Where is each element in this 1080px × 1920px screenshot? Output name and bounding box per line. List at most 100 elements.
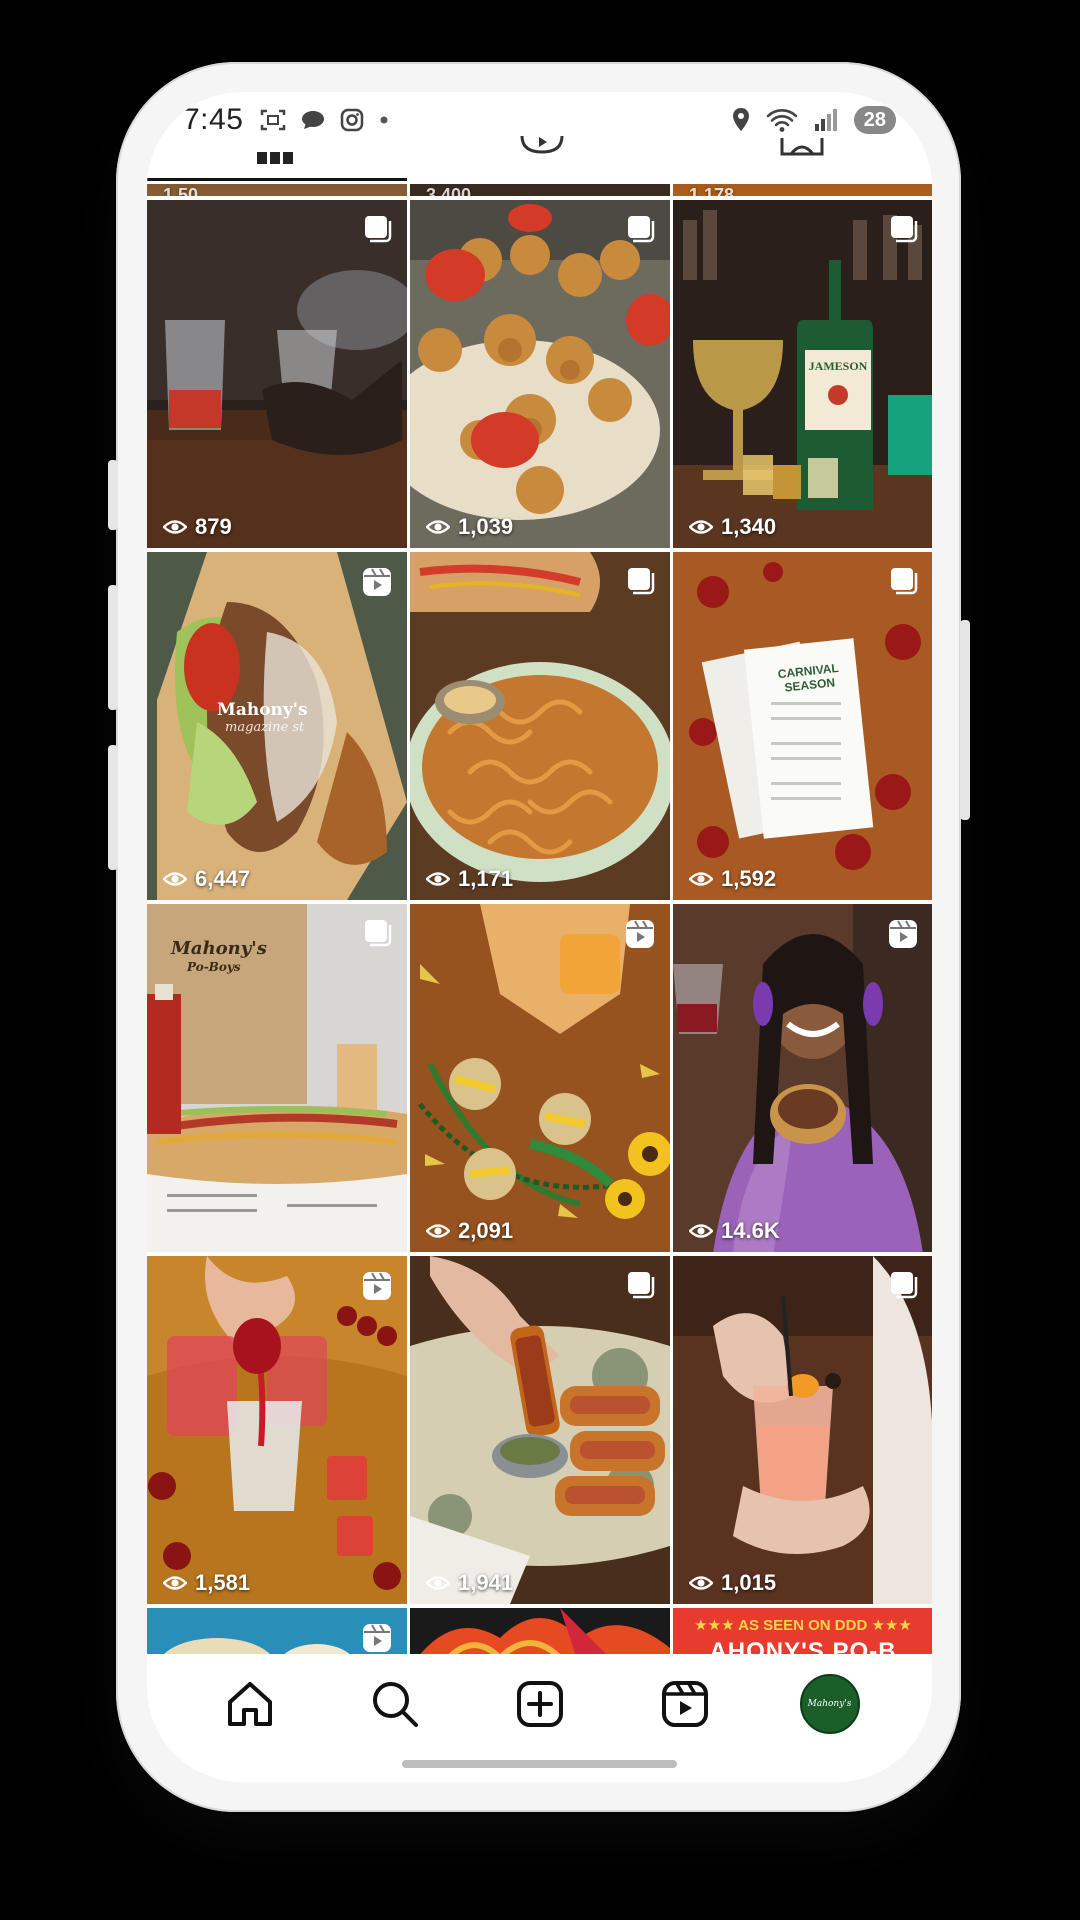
- eye-icon: [689, 1576, 713, 1590]
- reels-icon: [661, 1681, 708, 1727]
- tagged-tab-icon[interactable]: [777, 134, 827, 160]
- view-count: 1,941: [426, 1570, 513, 1596]
- avatar-text: Mahony's: [807, 1699, 852, 1709]
- carousel-icon-glyph: [628, 568, 655, 595]
- watermark-brand: Mahony's: [217, 700, 308, 720]
- view-count: 1,340: [689, 514, 776, 540]
- location-icon: [732, 108, 749, 131]
- reel-icon: [624, 918, 656, 955]
- eye-icon: [163, 1576, 187, 1590]
- post-tile-r3-c3[interactable]: 14.6K: [673, 904, 932, 1252]
- search-icon: [372, 1682, 418, 1727]
- post-tile-r3-c1[interactable]: Mahony's Po-Boys: [147, 904, 407, 1252]
- photo-bar-mist: [147, 200, 407, 548]
- carousel-icon-glyph: [891, 1272, 918, 1299]
- post-tile-r1-c3[interactable]: JAMESON 1,340: [673, 200, 932, 548]
- post-tile-r2-c3[interactable]: CARNIVAL SEASON 1,592: [673, 552, 932, 900]
- phone-side-button-left-2: [108, 585, 118, 710]
- view-count: 1,039: [426, 514, 513, 540]
- battery-indicator: 28: [853, 106, 896, 134]
- carousel-icon: [363, 918, 393, 953]
- post-tile-r4-c3[interactable]: 1,015: [673, 1256, 932, 1604]
- post-tile-partial-top-1[interactable]: 1,50: [147, 184, 407, 196]
- photo-cocktail-hands: [673, 1256, 932, 1604]
- view-count-text: 1,015: [721, 1570, 777, 1595]
- carousel-icon-glyph: [365, 216, 392, 243]
- carousel-icon-glyph: [628, 1272, 655, 1299]
- photo-woman-sandwich: [673, 904, 932, 1252]
- view-count-text: 1,171: [458, 866, 514, 891]
- carousel-icon-glyph: [365, 920, 392, 947]
- view-count: 1,592: [689, 866, 776, 892]
- view-count: 879: [163, 514, 232, 540]
- post-tile-r1-c1[interactable]: 879: [147, 200, 407, 548]
- phone-screen: 7:45 28 1,50 3,400 1,178 879 1,039 JAMES…: [147, 92, 932, 1782]
- eye-icon: [689, 520, 713, 534]
- carousel-icon: [889, 566, 919, 601]
- post-tile-r2-c1[interactable]: Mahony's magazine st 6,447: [147, 552, 407, 900]
- view-count-text: 1,592: [721, 866, 777, 891]
- signal-icon: [814, 109, 837, 131]
- photo-shrimp-poboy: [410, 200, 670, 548]
- post-tile-partial-top-3[interactable]: 1,178: [673, 184, 932, 196]
- carousel-icon: [626, 214, 656, 249]
- nav-search-button[interactable]: [365, 1674, 425, 1734]
- bag-logo-line2: Po-Boys: [187, 960, 241, 974]
- chat-bubble-icon: [302, 111, 325, 129]
- carousel-icon: [626, 566, 656, 601]
- bag-logo-line1: Mahony's: [171, 938, 267, 959]
- eye-icon: [426, 872, 450, 886]
- screenshot-icon: [261, 109, 286, 131]
- posts-grid: 1,50 3,400 1,178 879 1,039 JAMESON 1,340…: [147, 184, 932, 1668]
- reel-icon-glyph: [363, 1624, 391, 1652]
- nav-profile-button[interactable]: Mahony's: [799, 1674, 860, 1734]
- photo-dip-sandwich: [410, 1256, 670, 1604]
- ddd-banner-line1: ★★★ AS SEEN ON DDD ★★★: [694, 1617, 912, 1634]
- carousel-icon: [363, 214, 393, 249]
- post-tile-r3-c2[interactable]: 2,091: [410, 904, 670, 1252]
- carousel-icon-glyph: [891, 216, 918, 243]
- profile-avatar: Mahony's: [799, 1674, 860, 1734]
- nav-create-button[interactable]: [510, 1674, 570, 1734]
- carousel-icon-glyph: [628, 216, 655, 243]
- photo-red-shots: [147, 1256, 407, 1604]
- nav-reels-button[interactable]: [655, 1674, 715, 1734]
- eye-icon: [426, 520, 450, 534]
- view-count: 1,015: [689, 1570, 776, 1596]
- view-count-text: 879: [195, 514, 232, 539]
- view-count-text: 14.6K: [721, 1218, 780, 1243]
- post-tile-r4-c1[interactable]: 1,581: [147, 1256, 407, 1604]
- wifi-icon: [766, 109, 798, 132]
- view-count-text: 1,941: [458, 1570, 514, 1595]
- photo-mardi-gras-drinks: [410, 904, 670, 1252]
- status-left-icons: [259, 107, 391, 133]
- view-count: 1,171: [426, 866, 513, 892]
- reel-icon: [361, 1270, 393, 1307]
- view-count-text: 2,091: [458, 1218, 514, 1243]
- status-right-icons: 28: [730, 106, 896, 134]
- phone-side-button-right: [960, 620, 970, 820]
- home-indicator[interactable]: [402, 1760, 677, 1768]
- grid-tab-icon[interactable]: [255, 148, 295, 168]
- watermark-sub: magazine st: [225, 720, 305, 735]
- carousel-icon-glyph: [891, 568, 918, 595]
- reel-icon: [361, 566, 393, 603]
- phone-side-button-left-1: [108, 460, 118, 530]
- reel-icon-glyph: [363, 568, 391, 596]
- reel-icon-glyph: [889, 920, 917, 948]
- reel-icon-glyph: [363, 1272, 391, 1300]
- post-tile-partial-top-2[interactable]: 3,400: [410, 184, 670, 196]
- photo-jameson-bar: JAMESON: [673, 200, 932, 548]
- eye-icon: [426, 1224, 450, 1238]
- status-time: 7:45: [183, 103, 244, 136]
- post-tile-r2-c2[interactable]: 1,171: [410, 552, 670, 900]
- eye-icon: [426, 1576, 450, 1590]
- post-tile-r4-c2[interactable]: 1,941: [410, 1256, 670, 1604]
- phone-side-button-left-3: [108, 745, 118, 870]
- posts-grid-viewport: 1,50 3,400 1,178 879 1,039 JAMESON 1,340…: [147, 184, 932, 1754]
- post-tile-r1-c2[interactable]: 1,039: [410, 200, 670, 548]
- nav-home-button[interactable]: [220, 1674, 280, 1734]
- create-icon: [516, 1681, 563, 1727]
- reels-tab-icon[interactable]: [517, 134, 567, 160]
- eye-icon: [689, 1224, 713, 1238]
